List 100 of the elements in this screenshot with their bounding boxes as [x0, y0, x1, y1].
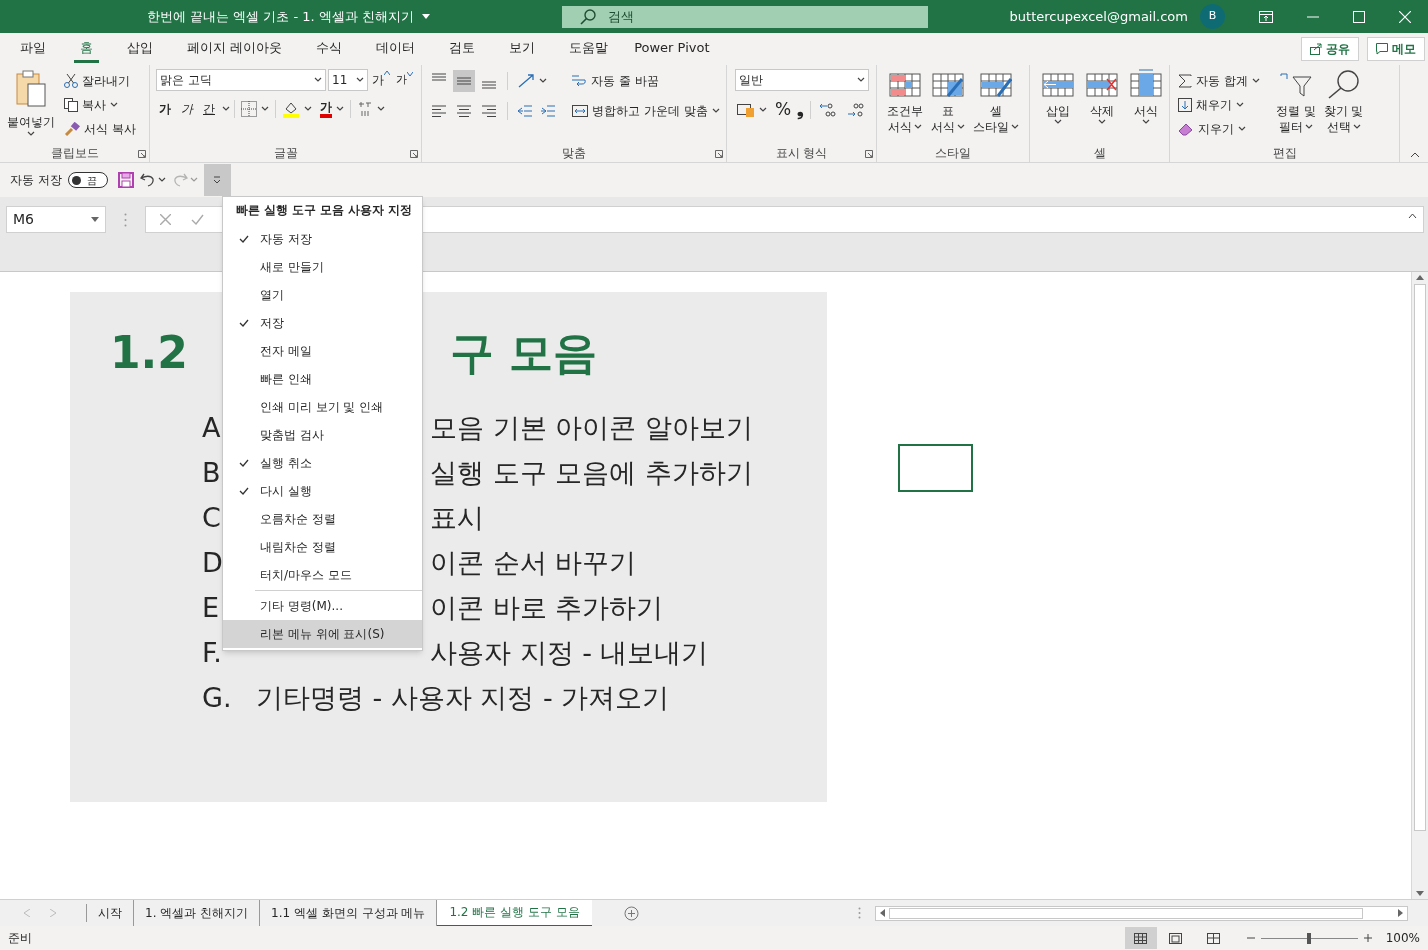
font-color-button[interactable]: 가 [318, 100, 346, 118]
name-box[interactable]: M6 [6, 206, 106, 233]
autosum-button[interactable]: 자동 합계 [1176, 69, 1262, 93]
comma-button[interactable]: ❟ [797, 97, 805, 123]
caret-icon [759, 106, 767, 113]
scroll-left-icon [880, 909, 885, 917]
search-icon [580, 8, 597, 25]
underline-button[interactable]: 간 [200, 100, 218, 118]
zoom-slider[interactable] [1246, 934, 1372, 942]
menu-item[interactable]: 열기 [223, 281, 422, 309]
caret-icon [110, 102, 118, 108]
ribbon-tab[interactable]: 데이터 [370, 35, 422, 63]
clipboard-icon [15, 69, 47, 107]
list-text: 사용자 지정 - 내보내기 [430, 636, 709, 671]
conditional-format-button[interactable]: 조건부 서식 [883, 69, 927, 144]
menu-item[interactable]: 인쇄 미리 보기 및 인쇄 [223, 393, 422, 421]
font-size-field[interactable]: 11 [328, 69, 368, 91]
dialog-launcher-icon [865, 150, 873, 158]
copy-button[interactable]: 복사 [62, 93, 138, 117]
insert-button[interactable]: 삽입 [1038, 69, 1078, 125]
sort-filter-button[interactable]: 정렬 및 필터 [1271, 69, 1320, 144]
save-button[interactable] [117, 172, 134, 188]
caret-icon [422, 14, 431, 19]
magnifier-icon [1326, 69, 1361, 99]
increase-font-size-button[interactable]: 가 [370, 71, 392, 89]
ribbon-tab[interactable]: 보기 [503, 35, 542, 63]
menu-item[interactable]: 내림차순 정렬 [223, 533, 422, 561]
align-icon [431, 103, 447, 119]
paste-button[interactable]: 붙여넣기 [6, 69, 56, 144]
ribbon-tab[interactable]: 삽입 [121, 35, 159, 63]
menu-item[interactable]: 오름차순 정렬 [223, 505, 422, 533]
cut-button[interactable]: 잘라내기 [62, 69, 138, 93]
group-label: 편집 [1272, 145, 1297, 162]
menu-item[interactable]: 전자 메일 [223, 337, 422, 365]
menu-item[interactable]: 맞춤법 검사 [223, 421, 422, 449]
menu-item[interactable]: 다시 실행 [223, 477, 422, 505]
vertical-scrollbar[interactable] [1411, 272, 1428, 899]
status-text: 준비 [8, 930, 32, 947]
collapse-ribbon-icon [1410, 152, 1420, 158]
find-select-button[interactable]: 찾기 및 선택 [1319, 69, 1368, 144]
ribbon-tab[interactable]: 페이지 레이아웃 [181, 35, 289, 63]
search-field[interactable]: 검색 [562, 5, 929, 28]
share-button[interactable]: 공유 [1301, 37, 1359, 61]
percent-button[interactable]: % [775, 97, 792, 123]
avatar[interactable]: B [1200, 4, 1225, 29]
format-as-table-button[interactable]: 표 서식 [927, 69, 969, 144]
zoom-level[interactable]: 100% [1385, 929, 1420, 947]
enter-icon [191, 214, 204, 225]
menu-item[interactable]: 빠른 인쇄 [223, 365, 422, 393]
undo-button[interactable] [139, 172, 166, 188]
menu-item[interactable]: 터치/마우스 모드 [223, 561, 422, 589]
number-format-field[interactable]: 일반 [735, 69, 869, 91]
caret-icon [189, 177, 198, 183]
align-icon [481, 81, 497, 89]
caret-icon [1352, 124, 1361, 130]
italic-button[interactable]: 가 [178, 100, 196, 118]
format-button[interactable]: 서식 [1126, 69, 1166, 125]
search-placeholder: 검색 [608, 7, 635, 26]
zoom-slider-thumb[interactable] [1307, 932, 1312, 944]
menu-item[interactable]: 자동 저장 [223, 225, 422, 253]
menu-item[interactable]: 실행 취소 [223, 449, 422, 477]
menu-item[interactable]: 리본 메뉴 위에 표시(S) [223, 620, 422, 648]
comments-button[interactable]: 메모 [1367, 37, 1425, 61]
group-label: 클립보드 [50, 145, 99, 162]
menu-item[interactable]: 기타 명령(M)... [223, 592, 422, 620]
window-title: 한번에 끝내는 엑셀 기초 - 1. 엑셀과 친해지기 [147, 7, 415, 26]
ribbon-tab[interactable]: Power Pivot [628, 35, 716, 63]
decrease-font-size-button[interactable]: 가 [394, 71, 415, 89]
menu-item[interactable]: 저장 [223, 309, 422, 337]
decrease-decimal-icon [847, 101, 866, 118]
bold-button[interactable]: 가 [156, 100, 174, 118]
new-sheet-button[interactable] [623, 905, 639, 921]
ribbon-tab[interactable]: 수식 [310, 35, 349, 63]
share-icon [1310, 43, 1322, 55]
ribbon-tab[interactable]: 도움말 [563, 35, 615, 63]
menu-title: 빠른 실행 도구 모음 사용자 지정 [236, 202, 413, 220]
align-icon [456, 103, 472, 119]
horizontal-scrollbar[interactable] [875, 905, 1408, 921]
delete-button[interactable]: 삭제 [1082, 69, 1122, 125]
format-painter-button[interactable]: 서식 복사 [62, 117, 138, 141]
merge-center-button[interactable]: 병합하고 가운데 맞춤 [570, 99, 722, 123]
caret-icon [1304, 124, 1313, 130]
caret-icon [1011, 124, 1019, 130]
list-marker: B [202, 456, 222, 491]
page-layout-icon [1169, 932, 1183, 944]
ribbon-tab[interactable]: 검토 [443, 35, 482, 63]
font-name-field[interactable]: 맑은 고딕 [156, 69, 326, 91]
scroll-right-icon [1398, 909, 1403, 917]
autosave-toggle[interactable]: 끔 [67, 172, 108, 188]
ribbon-tab[interactable]: 홈 [74, 35, 99, 63]
clear-button[interactable]: 지우기 [1176, 117, 1262, 141]
wrap-text-button[interactable]: 자동 줄 바꿈 [569, 69, 661, 93]
fill-button[interactable]: 채우기 [1176, 93, 1262, 117]
sheet-tab[interactable]: 1.2 빠른 실행 도구 모음 [437, 899, 592, 927]
ribbon-tab[interactable]: 파일 [14, 35, 52, 63]
normal-view-button[interactable] [1124, 927, 1157, 949]
cell-styles-button[interactable]: 셀 스타일 [969, 69, 1023, 144]
menu-item[interactable]: 새로 만들기 [223, 253, 422, 281]
align-icon [481, 103, 497, 119]
group-label: 셀 [1093, 145, 1106, 162]
